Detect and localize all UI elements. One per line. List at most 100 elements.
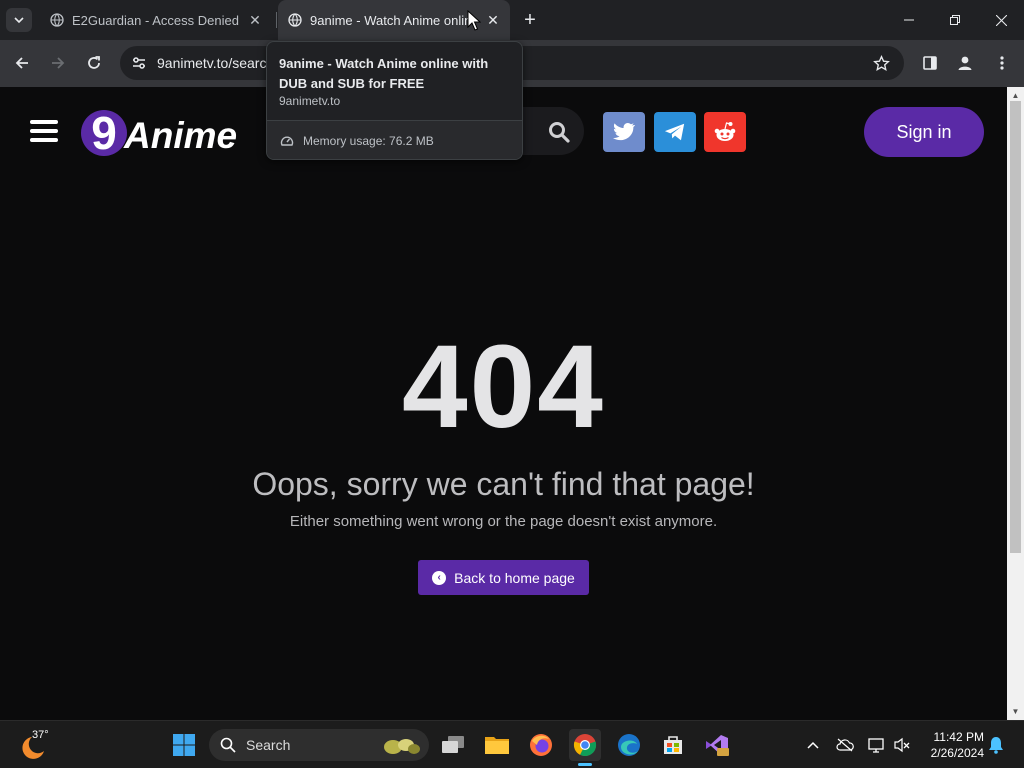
tab-e2guardian[interactable]: E2Guardian - Access Denied ✕ — [36, 0, 274, 40]
page-scrollbar[interactable]: ▲ ▼ — [1007, 87, 1024, 720]
memory-gauge-icon — [280, 136, 294, 146]
svg-text:9: 9 — [91, 108, 117, 158]
onedrive-status[interactable] — [835, 735, 855, 755]
minimize-button[interactable] — [886, 0, 932, 40]
side-panel-icon — [923, 56, 937, 70]
microsoft-store-button[interactable] — [657, 729, 689, 761]
bell-icon — [989, 737, 1003, 754]
new-tab-button[interactable]: + — [519, 10, 541, 32]
arrow-left-icon — [15, 57, 28, 69]
hover-card-memory-section: Memory usage: 76.2 MB — [267, 121, 522, 159]
close-icon — [995, 14, 1007, 26]
forward-button[interactable] — [45, 50, 71, 76]
chrome-taskbar-button[interactable] — [569, 729, 601, 761]
system-clock[interactable]: 11:42 PM 2/26/2024 — [920, 729, 984, 761]
restore-button[interactable] — [932, 0, 978, 40]
reddit-icon — [714, 122, 736, 141]
person-icon — [958, 56, 972, 70]
tab-strip: E2Guardian - Access Denied ✕ 9anime - Wa… — [0, 0, 1024, 40]
taskbar-search-label: Search — [246, 737, 291, 753]
profile-button[interactable] — [952, 50, 978, 76]
sign-in-button[interactable]: Sign in — [864, 107, 984, 157]
cloud-offline-icon — [836, 738, 854, 752]
reddit-share-button[interactable] — [704, 112, 746, 152]
firefox-icon — [530, 734, 552, 756]
telegram-icon — [664, 123, 685, 141]
tab-title: E2Guardian - Access Denied — [72, 13, 239, 28]
chrome-icon — [573, 734, 597, 757]
url-text: 9animetv.to/search — [157, 55, 275, 71]
notifications-button[interactable] — [986, 735, 1006, 755]
page-viewport: 9 Anime Sign in 404 Oops, sorry we can't… — [0, 87, 1007, 720]
error-subtitle: Either something went wrong or the page … — [289, 513, 718, 530]
tab-hover-card: 9anime - Watch Anime online with DUB and… — [266, 41, 523, 160]
error-title: Oops, sorry we can't find that page! — [252, 466, 755, 502]
hover-card-domain: 9animetv.to — [279, 94, 341, 108]
close-tab-icon[interactable]: ✕ — [246, 11, 264, 29]
network-status[interactable] — [867, 735, 887, 755]
svg-text:Anime: Anime — [123, 115, 237, 156]
task-view-icon — [442, 736, 464, 753]
scrollbar-thumb[interactable] — [1010, 101, 1021, 553]
chrome-menu-button[interactable] — [989, 50, 1015, 76]
speaker-muted-icon — [894, 737, 910, 753]
site-info-button[interactable] — [128, 52, 150, 74]
globe-icon — [50, 13, 64, 27]
error-code: 404 — [402, 321, 605, 453]
back-button[interactable] — [9, 50, 35, 76]
visual-studio-icon — [706, 735, 729, 756]
windows-logo-icon — [173, 734, 195, 756]
search-icon[interactable] — [548, 121, 570, 143]
clock-time: 11:42 PM — [933, 730, 984, 744]
file-explorer-button[interactable] — [481, 729, 513, 761]
weather-widget[interactable]: 37° — [18, 729, 58, 761]
clock-date: 2/26/2024 — [930, 746, 984, 760]
back-to-home-label: Back to home page — [454, 569, 575, 586]
star-icon — [872, 54, 890, 71]
tune-icon — [133, 57, 145, 69]
back-to-home-button[interactable]: ‹ Back to home page — [418, 560, 589, 595]
folder-icon — [485, 737, 509, 754]
edge-button[interactable] — [613, 729, 645, 761]
menu-icon[interactable] — [30, 120, 58, 142]
twitter-icon — [613, 122, 635, 141]
scroll-up-arrow-icon[interactable]: ▲ — [1011, 91, 1020, 100]
reload-icon — [88, 56, 100, 69]
task-view-button[interactable] — [437, 729, 469, 761]
visual-studio-preview-button[interactable] — [701, 729, 733, 761]
start-button[interactable] — [168, 729, 200, 761]
chevron-down-icon — [14, 17, 24, 24]
globe-icon — [288, 13, 302, 27]
hover-card-memory: Memory usage: 76.2 MB — [303, 134, 434, 148]
show-hidden-icons-button[interactable] — [803, 735, 823, 755]
minimize-icon — [904, 19, 914, 21]
firefox-button[interactable] — [525, 729, 557, 761]
close-window-button[interactable] — [978, 0, 1024, 40]
tab-divider — [276, 12, 277, 28]
twitter-share-button[interactable] — [603, 112, 645, 152]
site-logo[interactable]: 9 Anime — [80, 108, 255, 158]
taskbar-search-box[interactable]: Search — [209, 729, 429, 761]
search-highlight-icon — [384, 739, 420, 754]
windows-taskbar: 37° Search 11:42 PM 2/26/2024 — [0, 720, 1024, 768]
active-app-indicator — [578, 763, 592, 766]
restore-icon — [950, 15, 960, 25]
telegram-share-button[interactable] — [654, 112, 696, 152]
weather-temperature: 37° — [32, 729, 49, 741]
tab-search-button[interactable] — [6, 8, 32, 32]
store-icon — [664, 736, 682, 754]
tab-title: 9anime - Watch Anime online — [310, 13, 470, 28]
more-vert-icon — [1000, 56, 1004, 70]
volume-status[interactable] — [892, 735, 912, 755]
arrow-right-icon — [52, 57, 65, 69]
mouse-cursor-icon — [467, 10, 481, 31]
search-icon — [220, 737, 236, 753]
monitor-network-icon — [868, 738, 884, 753]
side-panel-button[interactable] — [917, 50, 943, 76]
edge-icon — [618, 734, 640, 756]
bookmark-button[interactable] — [870, 52, 892, 74]
close-tab-icon[interactable]: ✕ — [484, 11, 502, 29]
chevron-up-icon — [807, 741, 819, 749]
scroll-down-arrow-icon[interactable]: ▼ — [1011, 707, 1020, 716]
reload-button[interactable] — [81, 50, 107, 76]
